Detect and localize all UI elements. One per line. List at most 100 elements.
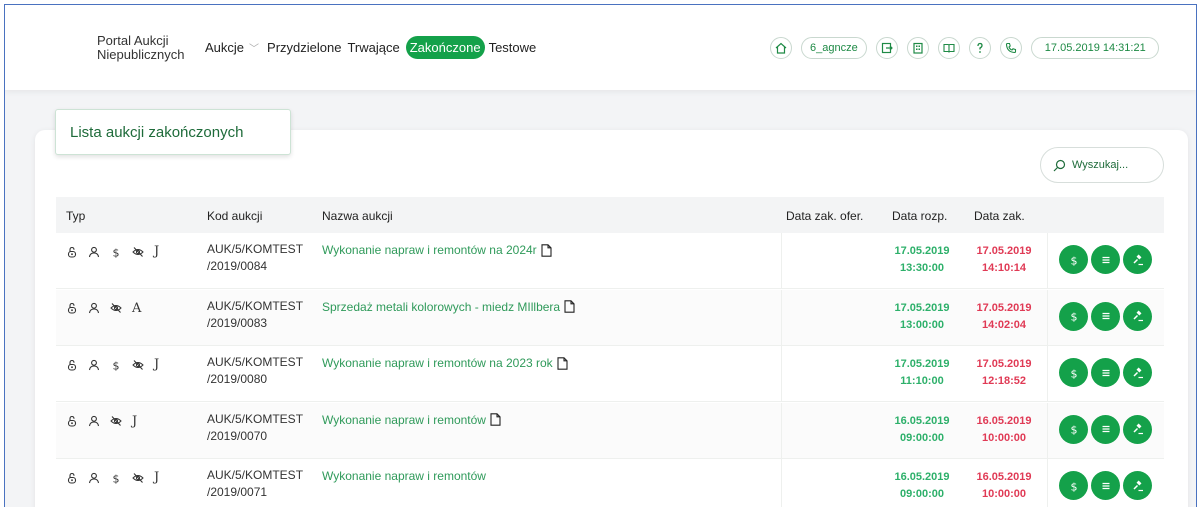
page-title: Lista aukcji zakończonych bbox=[55, 109, 291, 155]
document-icon[interactable] bbox=[486, 413, 501, 426]
col-data-zak-ofer[interactable]: Data zak. ofer. bbox=[786, 209, 863, 223]
start-date-day: 17.05.2019 bbox=[894, 245, 950, 257]
table-row[interactable]: J AUK/5/KOMTEST/2019/0070 Wykonanie napraw… bbox=[56, 402, 1164, 459]
end-date-day: 17.05.2019 bbox=[976, 358, 1032, 370]
gavel-action-button[interactable] bbox=[1123, 301, 1152, 331]
type-letter: J bbox=[154, 470, 160, 485]
start-date-time: 13:30:00 bbox=[899, 262, 945, 274]
col-nazwa[interactable]: Nazwa aukcji bbox=[322, 209, 393, 223]
type-letter: J bbox=[154, 244, 160, 259]
nav-zakonczone[interactable]: Zakończone bbox=[405, 36, 485, 59]
auction-name-link[interactable]: Wykonanie napraw i remontów bbox=[322, 469, 486, 483]
top-toolbar: 6_agncze 17.05.2019 14:31:21 bbox=[770, 37, 1168, 59]
end-date-day: 17.05.2019 bbox=[976, 245, 1032, 257]
auction-code-line-1: AUK/5/KOMTEST bbox=[207, 355, 304, 369]
chevron-down-icon: ﹀ bbox=[249, 44, 260, 55]
gavel-action-button[interactable] bbox=[1123, 245, 1152, 274]
row-actions: $ bbox=[1059, 358, 1155, 387]
document-icon[interactable] bbox=[560, 300, 575, 313]
brand-line-1: Portal Aukcji bbox=[97, 33, 169, 48]
logout-icon[interactable] bbox=[875, 37, 898, 59]
dollar-action-button[interactable]: $ bbox=[1059, 471, 1088, 500]
building-icon[interactable] bbox=[906, 37, 929, 59]
start-date-time: 13:00:00 bbox=[899, 318, 945, 331]
dollar-icon: $ bbox=[1068, 480, 1080, 492]
lock-icon bbox=[66, 359, 78, 371]
table-row[interactable]: $ J AUK/5/KOMTEST/2019/0084 Wykonanie napra… bbox=[56, 233, 1164, 289]
nav-trwajace[interactable]: Trwające bbox=[347, 40, 399, 55]
type-icons: $ J bbox=[66, 244, 169, 259]
auction-name-link[interactable]: Wykonanie napraw i remontów bbox=[322, 413, 501, 427]
col-data-rozp[interactable]: Data rozp. bbox=[892, 209, 947, 223]
eye-off-icon bbox=[132, 246, 144, 258]
top-bar: Portal Aukcji Niepublicznych Aukcje ﹀ Pr… bbox=[5, 5, 1196, 90]
menu-icon bbox=[1100, 423, 1112, 435]
auction-code-line-1: AUK/5/KOMTEST bbox=[207, 242, 304, 256]
auction-name-link[interactable]: Wykonanie napraw i remontów na 2023 rok bbox=[322, 356, 568, 370]
menu-action-button[interactable] bbox=[1091, 414, 1120, 444]
svg-text:$: $ bbox=[113, 359, 120, 371]
column-divider bbox=[1047, 233, 1048, 289]
table-row[interactable]: A AUK/5/KOMTEST/2019/0083 Sprzedaż metali … bbox=[56, 289, 1164, 346]
user-button[interactable]: 6_agncze bbox=[801, 37, 867, 59]
main-nav: Aukcje ﹀ Przydzielone Trwające Zakończon… bbox=[205, 36, 542, 59]
table-row[interactable]: $ J AUK/5/KOMTEST/2019/0071 Wykonanie napra… bbox=[56, 459, 1164, 507]
dollar-action-button[interactable]: $ bbox=[1059, 414, 1088, 444]
start-date: 17.05.2019 11:10:00 bbox=[892, 356, 952, 390]
lock-icon bbox=[66, 246, 78, 258]
start-date-time: 11:10:00 bbox=[900, 375, 944, 387]
auction-name-link[interactable]: Wykonanie napraw i remontów na 2024r bbox=[322, 243, 552, 257]
table-row[interactable]: $ J AUK/5/KOMTEST/2019/0080 Wykonanie napra… bbox=[56, 346, 1164, 402]
document-icon[interactable] bbox=[553, 356, 568, 370]
end-date-day: 16.05.2019 bbox=[976, 471, 1032, 483]
column-divider bbox=[781, 289, 782, 346]
col-typ[interactable]: Typ bbox=[66, 209, 85, 223]
end-date-day: 16.05.2019 bbox=[976, 414, 1032, 427]
gavel-action-button[interactable] bbox=[1123, 471, 1152, 500]
eye-off-icon bbox=[132, 472, 144, 484]
auction-name-link[interactable]: Sprzedaż metali kolorowych - miedz MIllb… bbox=[322, 300, 575, 314]
book-icon[interactable] bbox=[937, 37, 960, 59]
eye-off-icon bbox=[110, 302, 122, 314]
search-placeholder: Wyszukaj... bbox=[1072, 159, 1129, 171]
datetime-display: 17.05.2019 14:31:21 bbox=[1030, 37, 1159, 59]
nav-aukcje-label: Aukcje bbox=[205, 40, 245, 55]
dollar-action-button[interactable]: $ bbox=[1059, 358, 1088, 387]
auction-code: AUK/5/KOMTEST/2019/0070 bbox=[207, 411, 317, 445]
brand-line-2: Niepublicznych bbox=[97, 47, 185, 62]
nav-testowe[interactable]: Testowe bbox=[489, 40, 537, 55]
gavel-action-button[interactable] bbox=[1123, 414, 1152, 444]
nav-przydzielone[interactable]: Przydzielone bbox=[267, 40, 341, 55]
nav-aukcje[interactable]: Aukcje ﹀ bbox=[205, 40, 261, 55]
document-icon bbox=[564, 300, 575, 313]
phone-icon[interactable] bbox=[999, 37, 1022, 59]
auction-name: Sprzedaż metali kolorowych - miedz MIllb… bbox=[322, 299, 561, 314]
type-icons: A bbox=[66, 301, 151, 316]
column-divider bbox=[781, 346, 782, 402]
document-icon[interactable] bbox=[537, 243, 552, 257]
column-divider bbox=[1047, 402, 1048, 459]
menu-action-button[interactable] bbox=[1091, 301, 1120, 331]
col-data-zak[interactable]: Data zak. bbox=[974, 209, 1025, 223]
type-icons: J bbox=[66, 414, 147, 429]
home-icon[interactable] bbox=[770, 37, 792, 59]
column-divider bbox=[1047, 346, 1048, 402]
auction-name: Wykonanie napraw i remontów bbox=[322, 412, 486, 427]
menu-action-button[interactable] bbox=[1091, 471, 1120, 500]
brand-logo[interactable]: Portal Aukcji Niepublicznych bbox=[97, 34, 184, 62]
column-divider bbox=[1047, 459, 1048, 507]
svg-text:$: $ bbox=[113, 472, 120, 484]
row-actions: $ bbox=[1059, 414, 1155, 444]
svg-text:$: $ bbox=[1070, 254, 1077, 266]
dollar-action-button[interactable]: $ bbox=[1059, 301, 1088, 331]
auction-code: AUK/5/KOMTEST/2019/0071 bbox=[207, 467, 317, 501]
help-icon[interactable] bbox=[968, 37, 991, 59]
search-input[interactable]: Wyszukaj... bbox=[1040, 147, 1164, 183]
menu-action-button[interactable] bbox=[1091, 245, 1120, 274]
col-kod[interactable]: Kod aukcji bbox=[207, 209, 262, 223]
auction-code-line-2: /2019/0083 bbox=[207, 315, 268, 330]
dollar-action-button[interactable]: $ bbox=[1059, 245, 1088, 274]
gavel-action-button[interactable] bbox=[1123, 358, 1152, 387]
menu-action-button[interactable] bbox=[1091, 358, 1120, 387]
user-icon bbox=[88, 472, 100, 484]
